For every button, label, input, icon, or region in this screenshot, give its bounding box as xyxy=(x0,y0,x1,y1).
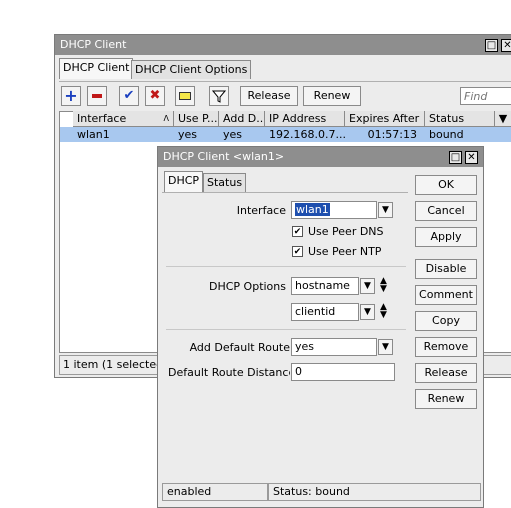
default-route-distance-value: 0 xyxy=(295,365,302,378)
dhcp-option-value: hostname xyxy=(295,279,350,292)
status-bound-text: Status: bound xyxy=(273,485,350,498)
maximize-icon[interactable]: □ xyxy=(485,39,498,52)
tab-dhcp-client-options[interactable]: DHCP Client Options xyxy=(131,60,252,79)
button-label: Renew xyxy=(427,392,465,405)
renew-button[interactable]: Renew xyxy=(415,389,477,409)
tab-label: DHCP Client xyxy=(63,61,130,74)
dialog-status-enabled: enabled xyxy=(162,483,268,501)
dialog-title: DHCP Client <wlan1> xyxy=(163,150,285,163)
add-default-route-label: Add Default Route xyxy=(162,341,290,354)
close-icon[interactable]: ✕ xyxy=(465,151,478,164)
button-label: Comment xyxy=(419,288,473,301)
cell-status: bound xyxy=(429,128,464,141)
tab-status[interactable]: Status xyxy=(203,173,247,192)
column-header-ip-address[interactable]: IP Address xyxy=(265,111,345,127)
interface-dropdown-icon[interactable]: ▼ xyxy=(378,202,393,218)
filter-icon[interactable] xyxy=(209,86,229,106)
button-label: OK xyxy=(438,178,454,191)
apply-button[interactable]: Apply xyxy=(415,227,477,247)
dhcp-option-field-1[interactable]: hostname xyxy=(291,277,359,295)
header-label: IP Address xyxy=(269,112,327,125)
column-header-expires-after[interactable]: Expires After xyxy=(345,111,425,127)
copy-button[interactable]: Copy xyxy=(415,311,477,331)
dhcp-option-1-updown-icon[interactable]: ▲ ▼ xyxy=(380,277,387,294)
use-peer-dns-checkbox[interactable]: ✔ xyxy=(292,226,303,237)
cell-expires-after: 01:57:13 xyxy=(367,128,417,141)
add-icon[interactable]: + xyxy=(61,86,81,106)
renew-label: Renew xyxy=(313,89,351,102)
dialog-titlebar[interactable]: DHCP Client <wlan1> xyxy=(158,147,483,167)
cell-add-default: yes xyxy=(223,128,243,141)
dhcp-option-1-dropdown-icon[interactable]: ▼ xyxy=(360,278,375,294)
tab-label: Status xyxy=(207,176,243,189)
header-label: Add D... xyxy=(223,112,265,125)
window-title: DHCP Client xyxy=(60,38,127,51)
remove-button[interactable]: Remove xyxy=(415,337,477,357)
item-count-text: 1 item (1 selected) xyxy=(63,358,168,371)
button-label: Release xyxy=(424,366,468,379)
header-label: Expires After xyxy=(349,112,420,125)
dhcp-option-field-2[interactable]: clientid xyxy=(291,303,359,321)
cancel-button[interactable]: Cancel xyxy=(415,201,477,221)
dhcp-options-label: DHCP Options xyxy=(209,280,286,293)
column-header-interface[interactable]: Interface Λ xyxy=(73,111,174,127)
add-default-route-value: yes xyxy=(295,340,315,353)
default-route-distance-text: Default Route Distance xyxy=(168,366,290,379)
tab-dhcp[interactable]: DHCP xyxy=(164,171,204,192)
maximize-icon[interactable]: □ xyxy=(449,151,462,164)
cell-ip-address: 192.168.0.7... xyxy=(269,128,345,141)
comment-button[interactable]: Comment xyxy=(415,285,477,305)
ok-button[interactable]: OK xyxy=(415,175,477,195)
dhcp-option-2-dropdown-icon[interactable]: ▼ xyxy=(360,304,375,320)
add-default-route-text: Add Default Route xyxy=(189,341,290,354)
add-default-route-select[interactable]: yes xyxy=(291,338,377,356)
window-titlebar[interactable]: DHCP Client xyxy=(55,35,511,55)
button-label: Remove xyxy=(423,340,469,353)
column-menu-icon[interactable]: ▼ xyxy=(495,111,511,127)
button-label: Cancel xyxy=(427,204,465,217)
divider xyxy=(166,266,406,267)
find-input[interactable] xyxy=(460,87,511,105)
use-peer-dns-label: Use Peer DNS xyxy=(308,225,384,238)
use-peer-ntp-label: Use Peer NTP xyxy=(308,245,382,258)
release-button[interactable]: Release xyxy=(415,363,477,383)
close-icon[interactable]: ✕ xyxy=(501,39,511,52)
status-enabled-text: enabled xyxy=(167,485,212,498)
button-label: Apply xyxy=(430,230,462,243)
column-header-add-default[interactable]: Add D... xyxy=(219,111,265,127)
release-label: Release xyxy=(247,89,291,102)
button-label: Copy xyxy=(432,314,460,327)
tab-dhcp-client[interactable]: DHCP Client xyxy=(59,58,134,79)
enable-check-icon[interactable]: ✔ xyxy=(119,86,139,106)
header-label: Use P... xyxy=(178,112,218,125)
column-header-status[interactable]: Status xyxy=(425,111,495,127)
tab-label: DHCP Client Options xyxy=(135,63,248,76)
comment-icon[interactable] xyxy=(175,86,195,106)
header-label: Status xyxy=(429,112,465,125)
interface-select[interactable]: wlan1 xyxy=(291,201,377,219)
dhcp-client-dialog: DHCP Client <wlan1> □ ✕ DHCP Status Inte… xyxy=(157,146,484,508)
interface-label: Interface xyxy=(236,204,286,217)
divider xyxy=(166,329,406,330)
dhcp-option-2-updown-icon[interactable]: ▲ ▼ xyxy=(380,303,387,320)
add-default-route-dropdown-icon[interactable]: ▼ xyxy=(378,339,393,355)
disable-x-icon[interactable]: ✖ xyxy=(145,86,165,106)
column-header-use-peer[interactable]: Use P... xyxy=(174,111,219,127)
tab-label: DHCP xyxy=(168,174,200,187)
remove-icon[interactable] xyxy=(87,86,107,106)
cell-use-peer: yes xyxy=(178,128,198,141)
sort-icon: Λ xyxy=(163,114,169,123)
renew-button[interactable]: Renew xyxy=(303,86,361,106)
disable-button[interactable]: Disable xyxy=(415,259,477,279)
release-button[interactable]: Release xyxy=(240,86,298,106)
cell-interface: wlan1 xyxy=(77,128,110,141)
use-peer-ntp-checkbox[interactable]: ✔ xyxy=(292,246,303,257)
default-route-distance-input[interactable]: 0 xyxy=(291,363,395,381)
header-label: Interface xyxy=(77,112,127,125)
dialog-status-bound: Status: bound xyxy=(268,483,481,501)
dhcp-option-value: clientid xyxy=(295,305,336,318)
button-label: Disable xyxy=(425,262,467,275)
default-route-distance-label: Default Route Distance xyxy=(168,366,290,379)
interface-value: wlan1 xyxy=(295,203,330,216)
